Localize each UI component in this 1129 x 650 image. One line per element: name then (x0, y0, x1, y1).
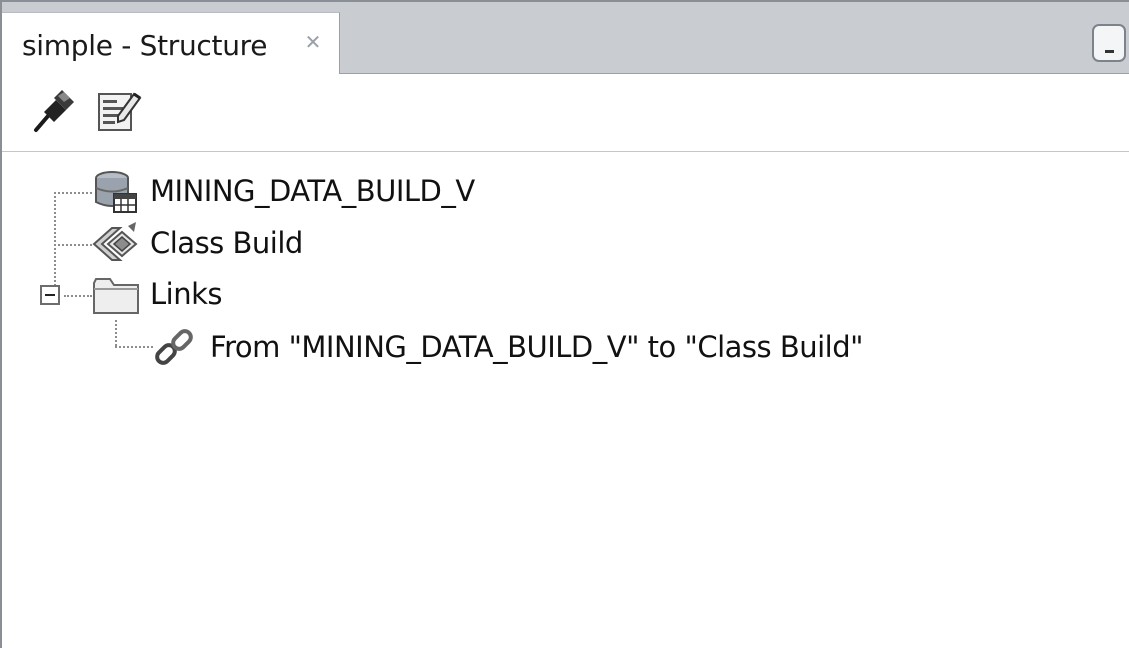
tree-node-data-source[interactable]: MINING_DATA_BUILD_V (92, 168, 512, 216)
class-build-icon (92, 222, 138, 261)
collapse-toggle[interactable] (40, 285, 60, 305)
tab-simple-structure[interactable]: simple - Structure ✕ (2, 12, 340, 74)
close-icon[interactable]: ✕ (304, 32, 322, 52)
minimize-icon (1105, 50, 1114, 53)
tree-branch-line (54, 192, 92, 194)
tab-title: simple - Structure (22, 29, 268, 62)
properties-icon (98, 92, 142, 131)
minus-icon (45, 294, 55, 296)
folder-icon (93, 278, 139, 314)
node-label: Links (150, 277, 223, 311)
minimize-button[interactable] (1092, 24, 1126, 62)
tree-branch-line (115, 346, 153, 348)
node-label: MINING_DATA_BUILD_V (150, 174, 475, 208)
tree-branch-line (64, 295, 92, 297)
pin-button[interactable] (28, 86, 78, 136)
tree-node-links[interactable]: Links (92, 271, 292, 319)
toolbar (2, 74, 1129, 152)
tree-root-line (54, 192, 56, 294)
structure-tree: MINING_DATA_BUILD_V Class Build Links Fr… (2, 152, 1129, 650)
tree-node-class-build[interactable]: Class Build (92, 220, 352, 268)
tree-child-line (115, 320, 117, 346)
tree-branch-line (54, 244, 92, 246)
tab-strip: simple - Structure ✕ (2, 2, 1129, 74)
node-label: From "MINING_DATA_BUILD_V" to "Class Bui… (210, 330, 863, 364)
structure-panel: simple - Structure ✕ MINING_DATA_BUILD_V… (0, 0, 1129, 650)
pin-icon (34, 90, 74, 132)
tree-node-link[interactable]: From "MINING_DATA_BUILD_V" to "Class Bui… (152, 324, 912, 372)
properties-button[interactable] (94, 86, 144, 136)
data-source-icon (95, 171, 137, 213)
node-label: Class Build (150, 226, 303, 260)
link-icon (155, 329, 193, 365)
